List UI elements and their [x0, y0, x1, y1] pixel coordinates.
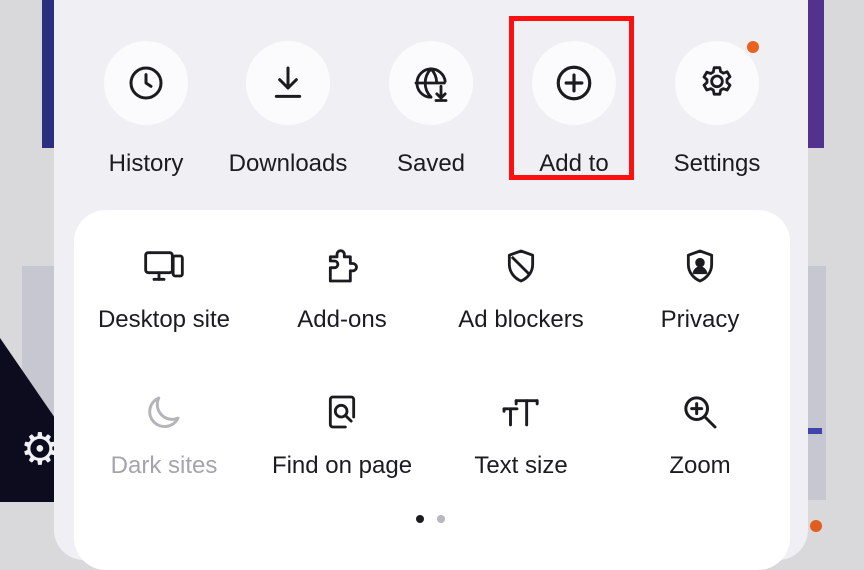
find-page-icon-wrap: [320, 390, 364, 434]
browser-menu-sheet: History Downloads Saved Add to Settings …: [54, 0, 808, 570]
menu-item-zoom[interactable]: Zoom: [610, 390, 790, 480]
menu-item-add-ons[interactable]: Add-ons: [252, 244, 432, 334]
zoom-in-icon-wrap: [678, 390, 722, 434]
zoom-label: Zoom: [669, 452, 731, 479]
privacy-label: Privacy: [660, 306, 740, 333]
settings-notification-dot: [747, 41, 759, 53]
clock-icon: [129, 66, 163, 100]
globe-download-icon: [414, 67, 448, 102]
ad-blockers-label: Ad blockers: [458, 306, 584, 333]
desktop-icon: [144, 251, 184, 281]
text-size-icon-wrap: [499, 390, 543, 434]
moon-icon: [148, 396, 180, 429]
history-icon-container: [104, 41, 188, 125]
privacy-shield-icon: [686, 249, 714, 283]
menu-item-find-on-page[interactable]: Find on page: [252, 390, 432, 480]
downloads-button[interactable]: Downloads: [223, 38, 353, 178]
menu-item-ad-blockers[interactable]: Ad blockers: [431, 244, 611, 334]
background-page-edge: [806, 0, 824, 148]
downloads-icon-container: [246, 41, 330, 125]
saved-icon-container: [389, 41, 473, 125]
page-dot-inactive: [437, 515, 445, 523]
menu-item-text-size[interactable]: Text size: [431, 390, 611, 480]
privacy-shield-icon-wrap: [678, 244, 722, 288]
desktop-site-label: Desktop site: [97, 306, 231, 333]
shield-block-icon-wrap: [499, 244, 543, 288]
page-dot-active: [416, 515, 424, 523]
download-icon: [274, 66, 302, 98]
highlight-box: [509, 16, 634, 180]
zoom-in-icon: [684, 396, 717, 429]
page-indicator[interactable]: [416, 515, 445, 523]
menu-item-dark-sites[interactable]: Dark sites: [74, 390, 254, 480]
puzzle-icon: [328, 249, 358, 283]
background-divider: [806, 428, 822, 434]
text-size-label: Text size: [474, 452, 568, 479]
background-card: [806, 266, 826, 500]
find-page-icon: [328, 395, 356, 429]
background-notification-dot: [810, 520, 822, 532]
history-label: History: [108, 150, 184, 177]
settings-label: Settings: [673, 150, 761, 177]
saved-label: Saved: [396, 150, 466, 177]
history-button[interactable]: History: [81, 38, 211, 178]
text-size-icon: [502, 399, 539, 427]
find-on-page-label: Find on page: [271, 452, 413, 479]
dark-sites-label: Dark sites: [110, 452, 218, 479]
puzzle-icon-wrap: [320, 244, 364, 288]
desktop-icon-wrap: [142, 244, 186, 288]
settings-icon-container: [675, 41, 759, 125]
shield-block-icon: [507, 249, 535, 283]
saved-button[interactable]: Saved: [366, 38, 496, 178]
menu-item-desktop-site[interactable]: Desktop site: [74, 244, 254, 334]
quick-actions-row: History Downloads Saved Add to Settings: [54, 38, 808, 178]
gear-icon: [702, 66, 732, 96]
menu-grid-panel: Desktop site Add-ons Ad blockers Privacy…: [74, 210, 790, 570]
menu-item-privacy[interactable]: Privacy: [610, 244, 790, 334]
downloads-label: Downloads: [228, 150, 348, 177]
add-ons-label: Add-ons: [297, 306, 387, 333]
moon-icon-wrap: [142, 390, 186, 434]
settings-button[interactable]: Settings: [652, 38, 782, 178]
